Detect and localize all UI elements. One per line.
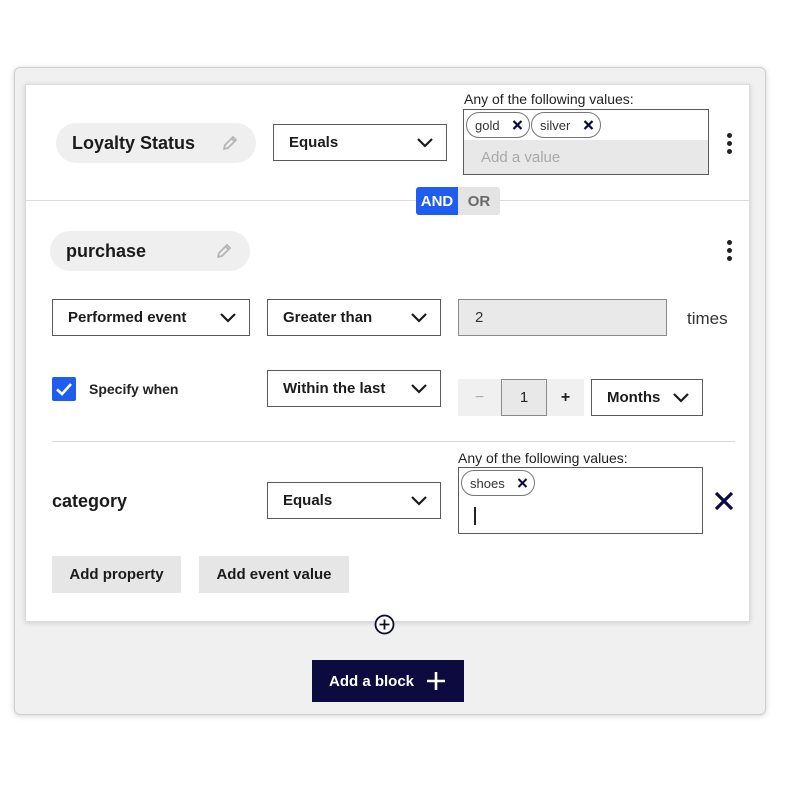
or-toggle-button[interactable]: OR (458, 187, 500, 215)
value-tag-gold: gold (466, 112, 530, 138)
values-label: Any of the following values: (464, 91, 634, 107)
remove-sub-property-close-icon[interactable] (713, 490, 735, 512)
close-icon[interactable] (517, 478, 528, 489)
comparison-value: Greater than (283, 309, 373, 326)
value-tag-label: gold (475, 117, 500, 133)
section-divider (52, 441, 735, 442)
chevron-down-icon (417, 137, 433, 148)
values-input-box[interactable]: Add a value gold silver (463, 109, 709, 175)
stepper-value-input[interactable]: 1 (501, 379, 547, 416)
block-divider (26, 200, 749, 201)
time-stepper: − 1 + (458, 379, 584, 416)
close-icon[interactable] (512, 120, 523, 131)
chevron-down-icon (220, 312, 236, 323)
sub-property-values-box[interactable]: shoes (458, 467, 703, 534)
text-cursor (474, 507, 476, 525)
stepper-plus-button[interactable]: + (547, 379, 584, 416)
specify-when-label: Specify when (89, 381, 179, 397)
and-toggle-button[interactable]: AND (416, 187, 458, 215)
value-tag-silver: silver (531, 112, 601, 138)
operator-select[interactable]: Equals (273, 124, 447, 161)
pencil-icon[interactable] (214, 241, 234, 261)
event-pill-purchase[interactable]: purchase (50, 231, 250, 271)
time-unit-value: Months (607, 389, 661, 406)
plus-icon (427, 672, 445, 690)
kebab-menu-icon[interactable] (727, 240, 733, 262)
event-condition-select[interactable]: Performed event (52, 299, 250, 336)
add-value-input[interactable]: Add a value (464, 140, 708, 174)
time-unit-select[interactable]: Months (591, 379, 703, 416)
plus-circle-icon[interactable] (374, 614, 395, 635)
kebab-menu-icon[interactable] (727, 133, 733, 155)
event-name: purchase (66, 240, 147, 261)
sub-property-values-label: Any of the following values: (458, 450, 628, 466)
and-or-toggle: AND OR (416, 187, 500, 215)
operator-select-value: Equals (289, 134, 339, 151)
sub-property-name: category (52, 491, 128, 511)
value-tag-shoes: shoes (461, 470, 535, 496)
property-name: Loyalty Status (72, 132, 196, 153)
add-event-value-button[interactable]: Add event value (199, 556, 349, 593)
checkmark-icon (56, 383, 72, 396)
add-block-label: Add a block (329, 672, 415, 690)
close-icon[interactable] (583, 120, 594, 131)
comparison-select[interactable]: Greater than (267, 299, 441, 336)
stepper-minus-button[interactable]: − (458, 379, 501, 416)
count-input[interactable]: 2 (458, 299, 667, 336)
property-pill-loyalty-status[interactable]: Loyalty Status (56, 123, 256, 163)
specify-when-checkbox[interactable] (52, 377, 76, 401)
sub-property-operator-select[interactable]: Equals (267, 482, 441, 519)
chevron-down-icon (411, 383, 427, 394)
pencil-icon[interactable] (220, 133, 240, 153)
add-property-button[interactable]: Add property (52, 556, 181, 593)
value-tag-label: shoes (470, 475, 505, 491)
sub-property-operator-value: Equals (283, 492, 333, 509)
time-relation-select[interactable]: Within the last (267, 370, 441, 407)
time-relation-value: Within the last (283, 380, 386, 397)
chevron-down-icon (411, 312, 427, 323)
value-tag-label: silver (540, 117, 571, 133)
chevron-down-icon (673, 392, 689, 403)
add-block-button[interactable]: Add a block (312, 660, 464, 702)
count-unit-label: times (687, 309, 728, 328)
chevron-down-icon (411, 495, 427, 506)
event-condition-value: Performed event (68, 309, 187, 326)
